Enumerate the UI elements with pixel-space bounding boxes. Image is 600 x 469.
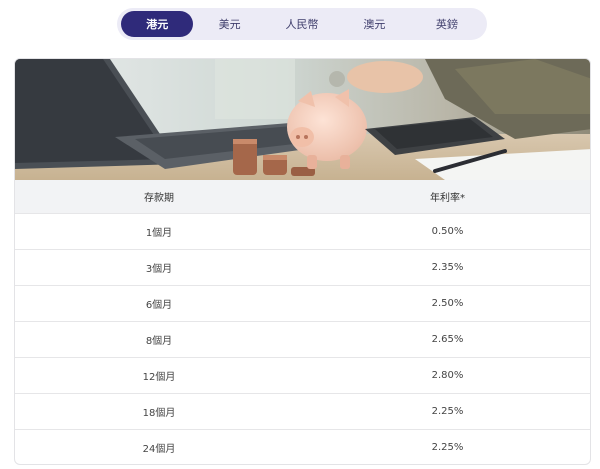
header-term: 存款期 — [144, 193, 174, 204]
header-rate: 年利率* — [430, 193, 465, 204]
table-row: 6個月 2.50% — [15, 285, 590, 321]
currency-tab-bar: 港元 美元 人民幣 澳元 英鎊 — [117, 8, 487, 40]
term-cell: 24個月 — [142, 444, 176, 455]
rate-cell: 2.25% — [431, 442, 464, 453]
rate-cell: 2.65% — [431, 334, 464, 345]
rate-cell: 2.80% — [431, 370, 464, 381]
table-row: 18個月 2.25% — [15, 393, 590, 429]
term-cell: 18個月 — [142, 408, 176, 419]
rate-cell: 2.35% — [431, 262, 464, 273]
banner-image — [15, 59, 590, 180]
rate-cell: 2.50% — [431, 298, 464, 309]
tab-aud[interactable]: 澳元 — [338, 11, 410, 37]
term-cell: 12個月 — [142, 372, 176, 383]
tab-usd[interactable]: 美元 — [193, 11, 265, 37]
term-cell: 6個月 — [145, 300, 173, 311]
table-row: 12個月 2.80% — [15, 357, 590, 393]
table-row: 24個月 2.25% — [15, 429, 590, 464]
tab-gbp[interactable]: 英鎊 — [411, 11, 483, 37]
table-row: 1個月 0.50% — [15, 213, 590, 249]
rate-cell: 0.50% — [431, 226, 464, 237]
table-row: 3個月 2.35% — [15, 249, 590, 285]
term-cell: 8個月 — [145, 336, 173, 347]
tab-hkd[interactable]: 港元 — [121, 11, 194, 37]
rate-table-body: 1個月 0.50% 3個月 2.35% 6個月 2.50% 8個月 2.65% … — [15, 213, 590, 464]
term-cell: 1個月 — [145, 228, 173, 239]
rate-table-header: 存款期 年利率* — [15, 180, 590, 213]
rate-cell: 2.25% — [431, 406, 464, 417]
rate-card: 存款期 年利率* 1個月 0.50% 3個月 2.35% 6個月 2.50% 8… — [14, 58, 591, 465]
tab-cny[interactable]: 人民幣 — [266, 11, 338, 37]
term-cell: 3個月 — [145, 264, 173, 275]
table-row: 8個月 2.65% — [15, 321, 590, 357]
piggy-bank-photo — [15, 59, 590, 180]
